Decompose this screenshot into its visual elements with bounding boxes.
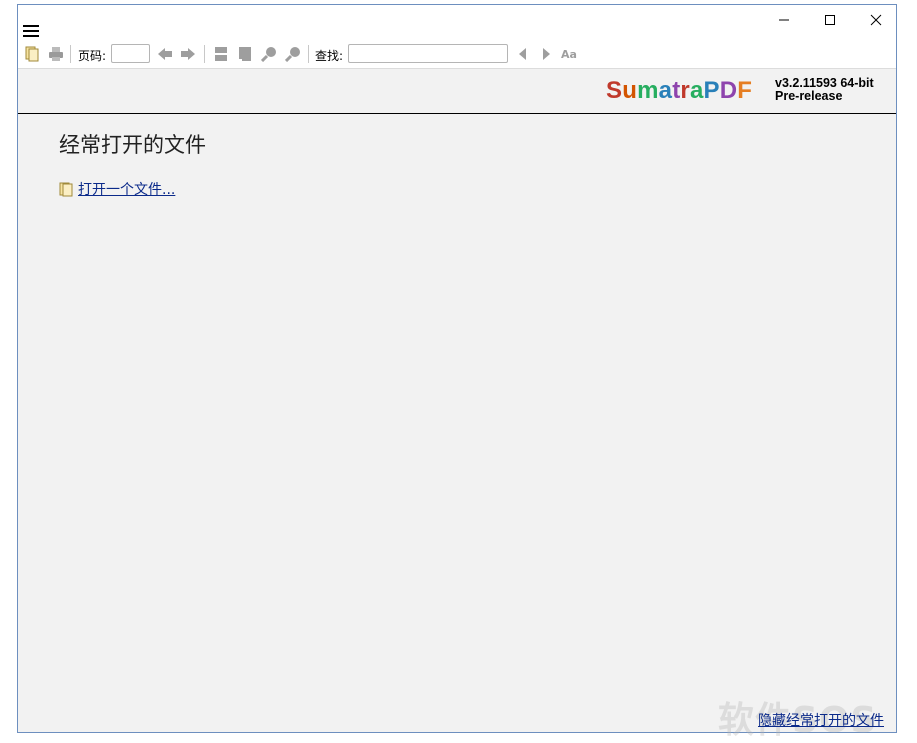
prev-page-button[interactable] xyxy=(157,46,173,62)
page-number-input[interactable] xyxy=(111,44,150,63)
find-next-button[interactable] xyxy=(538,46,554,62)
logo-letter: D xyxy=(719,77,738,104)
logo-letter: P xyxy=(703,77,720,104)
hide-frequently-read-link[interactable]: 隐藏经常打开的文件 xyxy=(758,710,884,730)
fit-width-button[interactable] xyxy=(237,46,253,62)
print-button[interactable] xyxy=(48,46,64,62)
toolbar-separator xyxy=(204,45,205,63)
svg-text:Aa: Aa xyxy=(561,48,577,61)
triangle-right-icon xyxy=(543,48,550,60)
maximize-icon xyxy=(825,15,835,25)
zoom-out-button[interactable] xyxy=(261,46,277,62)
find-prev-button[interactable] xyxy=(515,46,531,62)
next-page-button[interactable] xyxy=(180,46,196,62)
open-folder-icon xyxy=(59,182,73,197)
app-window: 页码: 查找: Aa SumatraPDF v3.2.11593 64-bit … xyxy=(17,4,897,741)
minimize-icon xyxy=(779,19,789,21)
page-label: 页码: xyxy=(78,49,107,63)
logo-letter: t xyxy=(672,77,681,104)
maximize-button[interactable] xyxy=(807,5,853,35)
header-divider xyxy=(18,113,896,114)
release-line: Pre-release xyxy=(775,89,843,103)
logo-letter: S xyxy=(606,77,623,104)
title-bar xyxy=(18,5,896,39)
zoom-in-button[interactable] xyxy=(285,46,301,62)
fit-page-icon xyxy=(215,47,227,61)
open-button[interactable] xyxy=(24,46,40,62)
toolbar-separator xyxy=(70,45,71,63)
minimize-button[interactable] xyxy=(761,5,807,35)
toolbar-separator xyxy=(308,45,309,63)
logo-letter: a xyxy=(658,77,673,104)
find-label: 查找: xyxy=(315,49,344,63)
open-file-row[interactable]: 打开一个文件... xyxy=(59,179,175,199)
triangle-left-icon xyxy=(519,48,526,60)
version-text: v3.2.11593 64-bit Pre-release xyxy=(775,77,874,103)
arrow-right-icon xyxy=(181,48,195,60)
close-button[interactable] xyxy=(853,5,899,35)
open-file-link[interactable]: 打开一个文件... xyxy=(78,179,175,199)
match-case-icon: Aa xyxy=(561,48,577,61)
frequently-read-heading: 经常打开的文件 xyxy=(59,133,206,157)
sumatra-logo: SumatraPDF xyxy=(606,77,752,105)
open-folder-icon xyxy=(25,46,39,62)
find-input[interactable] xyxy=(348,44,508,63)
fit-width-icon xyxy=(239,47,251,61)
logo-letter: u xyxy=(622,77,638,104)
toolbar: 页码: 查找: Aa xyxy=(18,39,896,69)
zoom-in-icon xyxy=(285,47,300,62)
hamburger-menu-icon[interactable] xyxy=(23,25,39,39)
fit-page-button[interactable] xyxy=(213,46,229,62)
logo-letter: a xyxy=(689,77,704,104)
close-icon xyxy=(870,14,882,26)
logo-letter: r xyxy=(680,77,690,104)
print-icon xyxy=(49,47,63,61)
arrow-left-icon xyxy=(158,48,172,60)
match-case-button[interactable]: Aa xyxy=(561,46,577,62)
logo-letter: F xyxy=(737,77,753,104)
logo-letter: m xyxy=(637,77,659,104)
zoom-out-icon xyxy=(261,47,276,62)
